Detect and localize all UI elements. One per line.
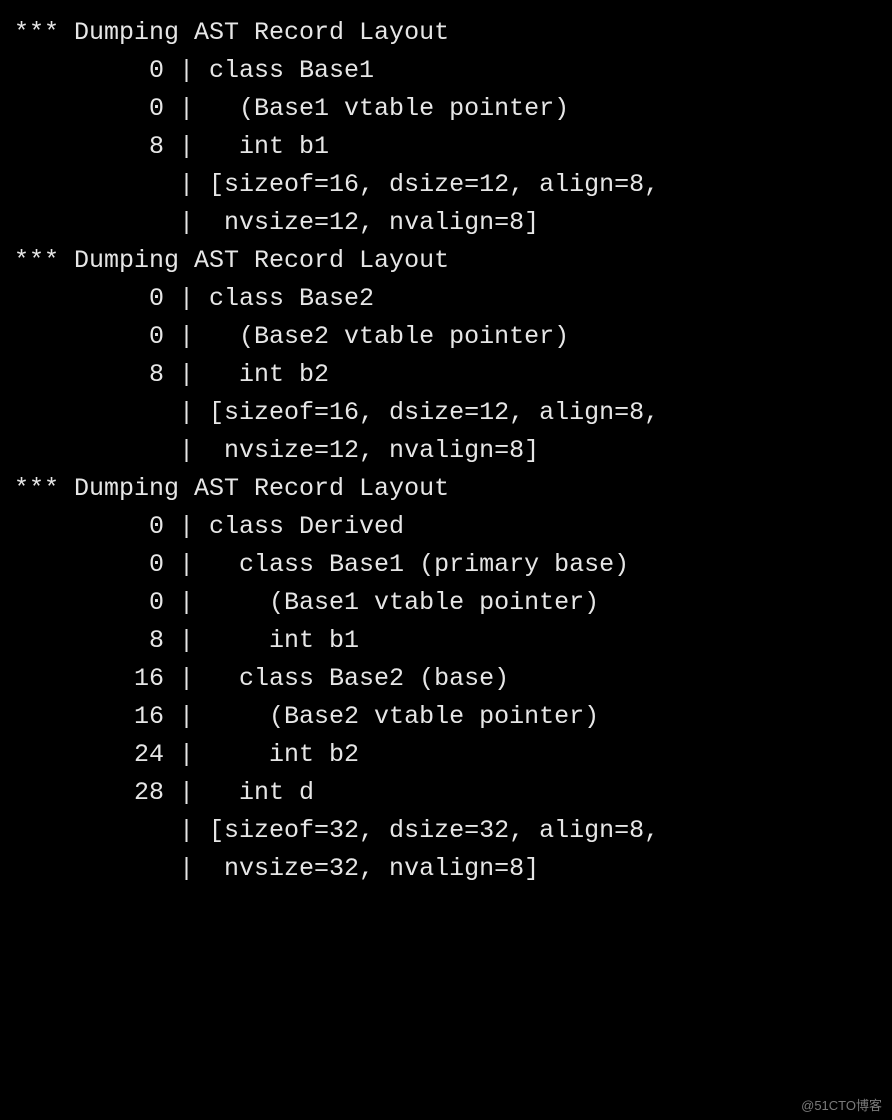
record-row: 8 | int b2 <box>14 356 892 394</box>
record-header: *** Dumping AST Record Layout <box>14 470 892 508</box>
record-header: *** Dumping AST Record Layout <box>14 14 892 52</box>
record-row: 16 | class Base2 (base) <box>14 660 892 698</box>
record-row: 0 | (Base1 vtable pointer) <box>14 584 892 622</box>
record-header: *** Dumping AST Record Layout <box>14 242 892 280</box>
record-row: 0 | (Base2 vtable pointer) <box>14 318 892 356</box>
record-row: 8 | int b1 <box>14 128 892 166</box>
record-row: 16 | (Base2 vtable pointer) <box>14 698 892 736</box>
record-row: 0 | class Derived <box>14 508 892 546</box>
record-row: 8 | int b1 <box>14 622 892 660</box>
record-summary: | nvsize=32, nvalign=8] <box>14 850 892 888</box>
record-summary: | [sizeof=32, dsize=32, align=8, <box>14 812 892 850</box>
record-summary: | nvsize=12, nvalign=8] <box>14 432 892 470</box>
record-row: 0 | (Base1 vtable pointer) <box>14 90 892 128</box>
record-row: 0 | class Base2 <box>14 280 892 318</box>
record-summary: | nvsize=12, nvalign=8] <box>14 204 892 242</box>
record-row: 0 | class Base1 (primary base) <box>14 546 892 584</box>
record-row: 24 | int b2 <box>14 736 892 774</box>
record-row: 0 | class Base1 <box>14 52 892 90</box>
record-summary: | [sizeof=16, dsize=12, align=8, <box>14 166 892 204</box>
record-row: 28 | int d <box>14 774 892 812</box>
terminal-output: *** Dumping AST Record Layout 0 | class … <box>0 0 892 888</box>
record-summary: | [sizeof=16, dsize=12, align=8, <box>14 394 892 432</box>
watermark: @51CTO博客 <box>801 1095 882 1114</box>
